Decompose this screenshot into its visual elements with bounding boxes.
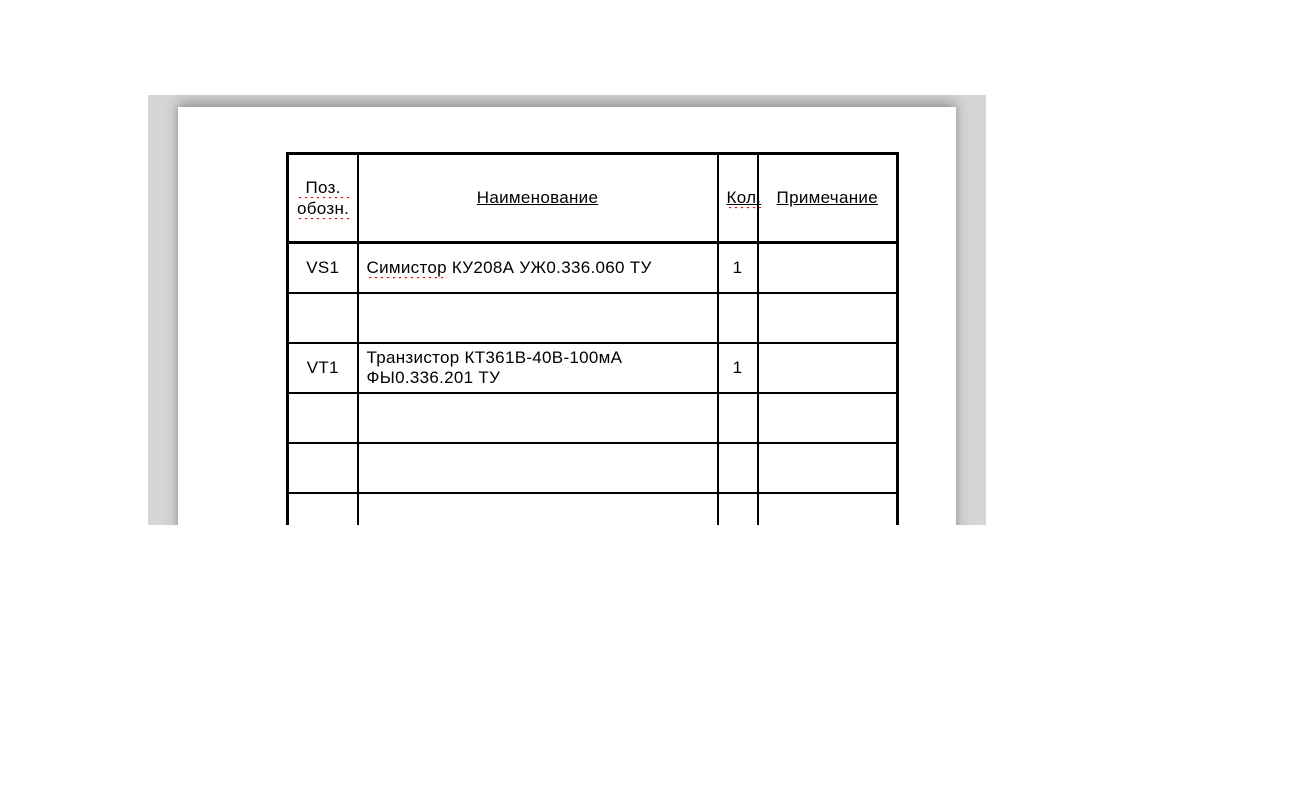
- col-header-note-label: Примечание: [777, 188, 878, 208]
- col-header-pos: Поз. обозн.: [288, 154, 358, 243]
- cell-name: [358, 293, 718, 343]
- cell-qty: 1: [718, 243, 758, 294]
- cell-pos: [288, 393, 358, 443]
- document-page: Поз. обозн. Наименование Кол. Примечание: [178, 107, 956, 525]
- cell-pos: VS1: [288, 243, 358, 294]
- col-header-qty: Кол.: [718, 154, 758, 243]
- table-header-row: Поз. обозн. Наименование Кол. Примечание: [288, 154, 898, 243]
- cell-note: [758, 243, 898, 294]
- col-header-qty-label: Кол.: [727, 188, 762, 208]
- cell-qty: [718, 443, 758, 493]
- cell-name-word: Симистор: [367, 258, 447, 278]
- app-window: Поз. обозн. Наименование Кол. Примечание: [148, 95, 986, 525]
- col-header-name-label: Наименование: [477, 188, 598, 208]
- cell-name: [358, 393, 718, 443]
- cell-qty: [718, 493, 758, 525]
- cell-name: [358, 493, 718, 525]
- cell-note: [758, 443, 898, 493]
- cell-name: [358, 443, 718, 493]
- cell-note: [758, 343, 898, 393]
- table-row: VS1 Симистор КУ208А УЖ0.336.060 ТУ 1: [288, 243, 898, 294]
- table-body: VS1 Симистор КУ208А УЖ0.336.060 ТУ 1 VT1…: [288, 243, 898, 526]
- table-row: [288, 393, 898, 443]
- cell-qty: 1: [718, 343, 758, 393]
- col-header-note: Примечание: [758, 154, 898, 243]
- table-row: VT1 Транзистор КТ361В-40В-100мА ФЫ0.336.…: [288, 343, 898, 393]
- cell-pos: [288, 493, 358, 525]
- cell-note: [758, 293, 898, 343]
- cell-qty: [718, 393, 758, 443]
- cell-pos: VT1: [288, 343, 358, 393]
- cell-note: [758, 393, 898, 443]
- cell-name: Симистор КУ208А УЖ0.336.060 ТУ: [358, 243, 718, 294]
- cell-name: Транзистор КТ361В-40В-100мА ФЫ0.336.201 …: [358, 343, 718, 393]
- col-header-name: Наименование: [358, 154, 718, 243]
- table-row: [288, 493, 898, 525]
- cell-pos: [288, 293, 358, 343]
- cell-qty: [718, 293, 758, 343]
- col-header-pos-line2: обозн.: [297, 198, 349, 219]
- col-header-pos-line1: Поз.: [297, 177, 349, 198]
- cell-name-rest: КУ208А УЖ0.336.060 ТУ: [447, 258, 652, 277]
- table-row: [288, 293, 898, 343]
- cell-note: [758, 493, 898, 525]
- components-table: Поз. обозн. Наименование Кол. Примечание: [286, 152, 899, 525]
- cell-pos: [288, 443, 358, 493]
- table-row: [288, 443, 898, 493]
